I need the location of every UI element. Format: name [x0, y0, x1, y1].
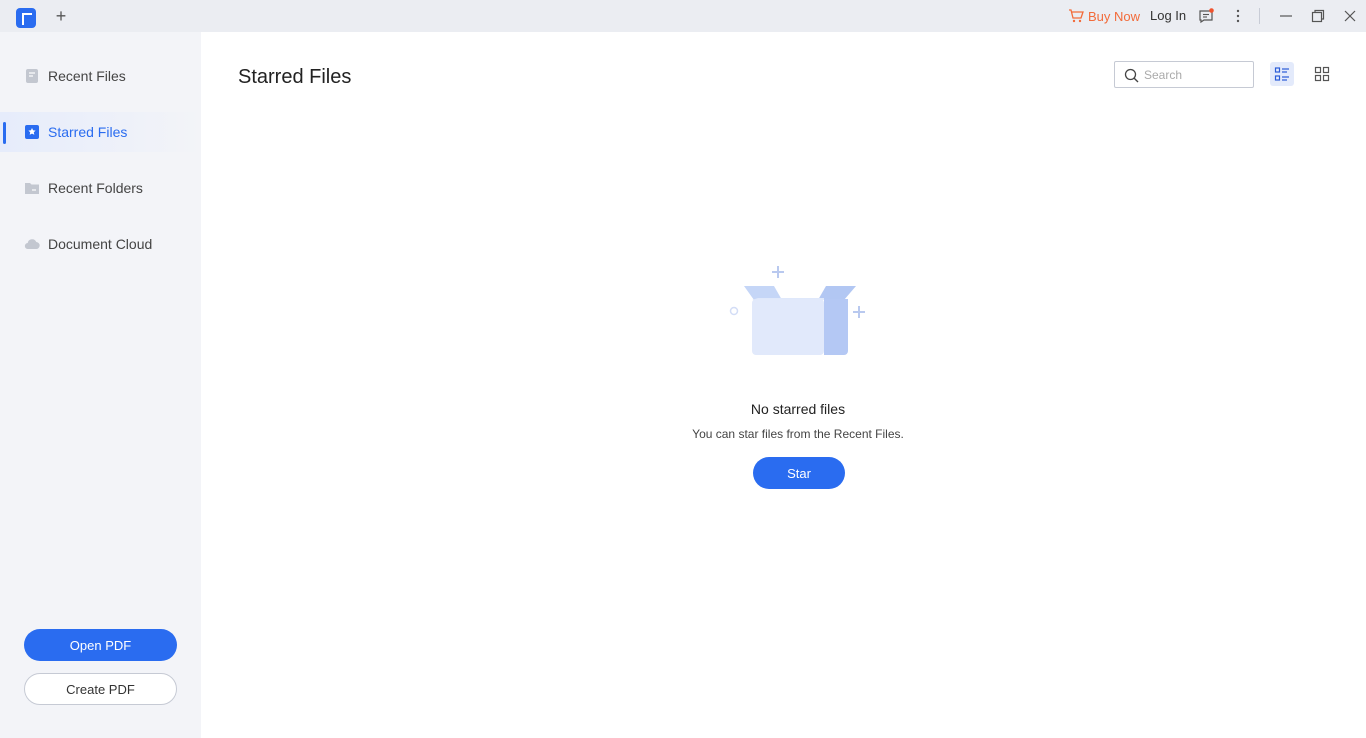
create-pdf-button[interactable]: Create PDF [24, 673, 177, 705]
grid-view-button[interactable] [1310, 62, 1334, 86]
open-pdf-button[interactable]: Open PDF [24, 629, 177, 661]
buy-now-button[interactable]: Buy Now [1068, 8, 1140, 24]
sidebar-item-label: Document Cloud [48, 236, 153, 252]
app-logo-icon [16, 8, 36, 28]
empty-state-subtitle: You can star files from the Recent Files… [692, 427, 904, 441]
sidebar-item-document-cloud[interactable]: Document Cloud [0, 224, 201, 264]
grid-view-icon [1314, 66, 1330, 82]
buy-now-label: Buy Now [1088, 8, 1141, 24]
message-icon[interactable] [1198, 8, 1214, 24]
document-icon [26, 69, 38, 83]
empty-state-title: No starred files [750, 401, 846, 417]
minimize-icon[interactable] [1278, 8, 1294, 24]
search-box [1114, 61, 1254, 88]
restore-icon[interactable] [1310, 8, 1326, 24]
sidebar-item-recent-files[interactable]: Recent Files [0, 56, 201, 96]
list-view-icon [1274, 67, 1289, 81]
page-title: Starred Files [238, 66, 352, 88]
folder-icon [25, 183, 39, 194]
search-icon [1124, 68, 1139, 83]
more-options-icon[interactable] [1230, 8, 1246, 24]
titlebar-divider [1259, 8, 1260, 24]
close-icon[interactable] [1342, 8, 1358, 24]
empty-box-illustration [729, 266, 865, 355]
login-button[interactable]: Log In [1150, 8, 1186, 23]
new-tab-button[interactable]: + [52, 6, 70, 26]
cart-icon [1069, 9, 1084, 23]
search-input[interactable] [1144, 66, 1248, 84]
title-bar: + Buy Now Log In [0, 0, 1366, 32]
star-file-icon [25, 125, 39, 139]
sidebar-item-label: Recent Folders [48, 180, 143, 196]
sidebar-item-recent-folders[interactable]: Recent Folders [0, 168, 201, 208]
sidebar-item-starred-files[interactable]: Starred Files [0, 112, 201, 152]
list-view-button[interactable] [1270, 62, 1294, 86]
cloud-icon [24, 239, 40, 250]
sidebar-item-label: Starred Files [48, 124, 128, 140]
sidebar-item-label: Recent Files [48, 68, 126, 84]
star-button[interactable]: Star [753, 457, 845, 489]
sidebar: Recent Files Starred Files Recent Folder… [0, 32, 201, 738]
